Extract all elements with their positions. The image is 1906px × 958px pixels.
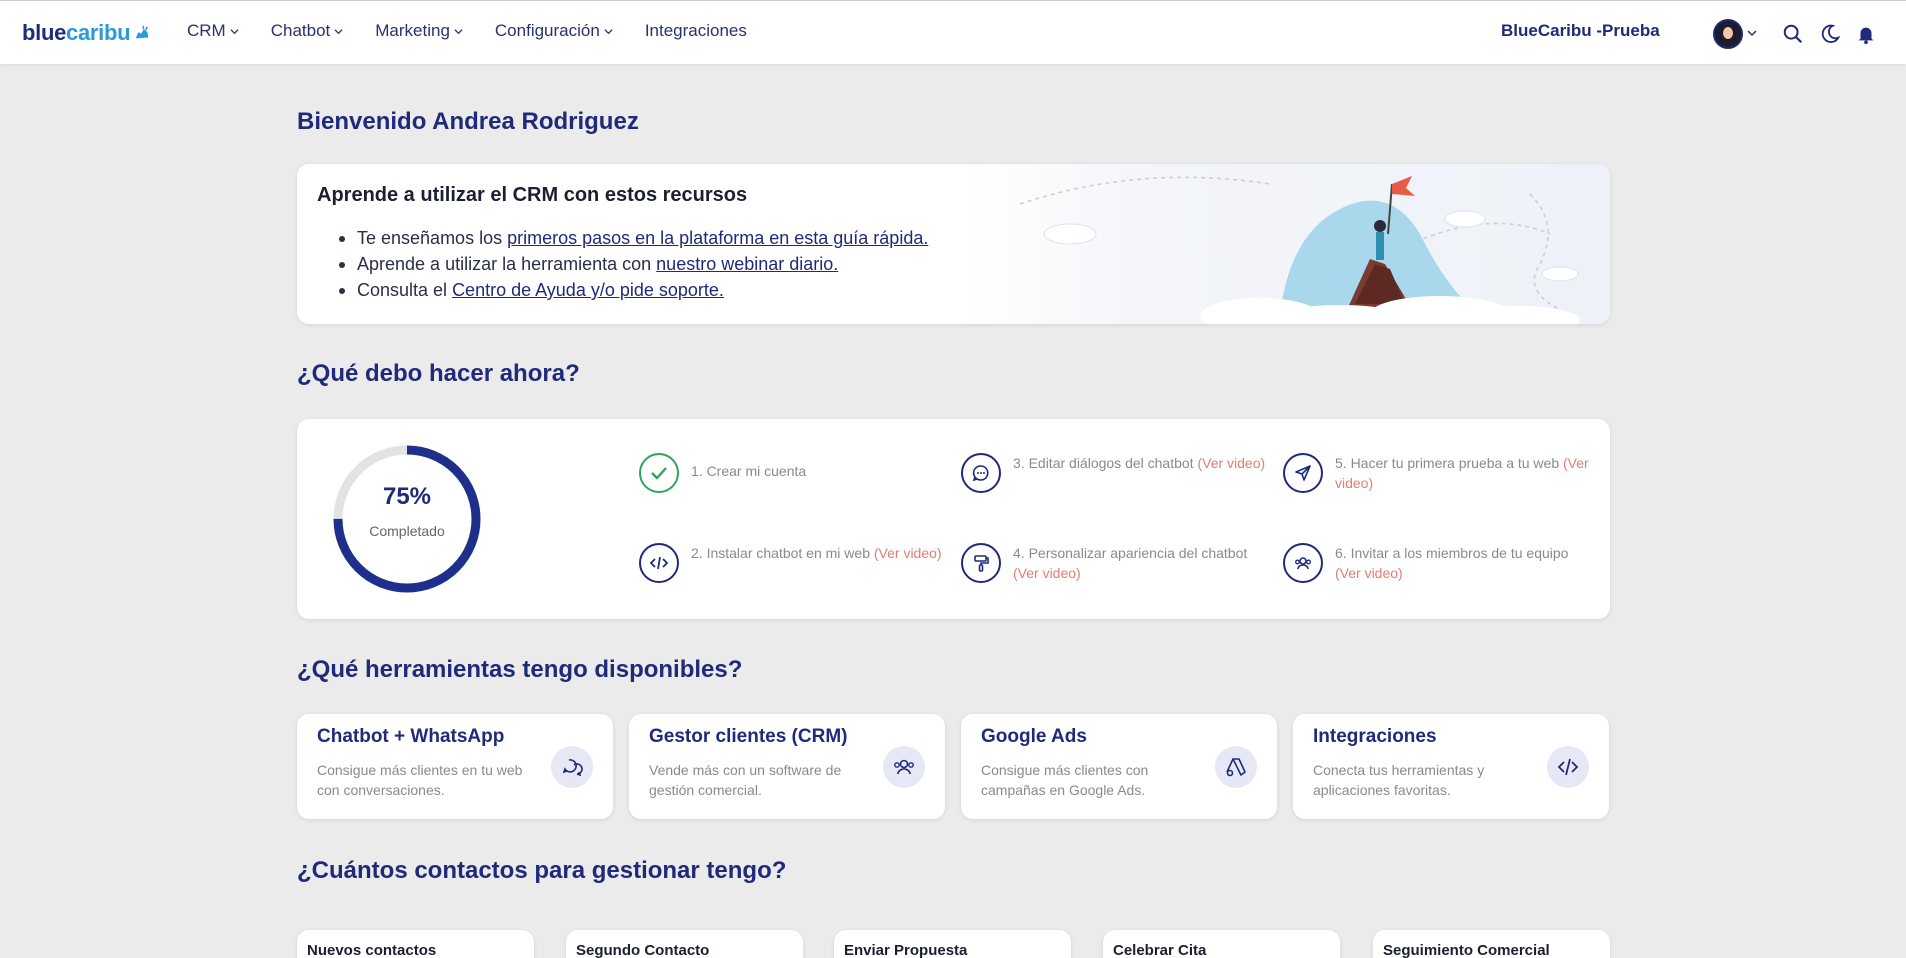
account-name[interactable]: BlueCaribu -Prueba xyxy=(1501,21,1660,41)
pipeline-stage-card[interactable]: Celebrar Cita xyxy=(1103,930,1340,958)
notifications-bell-icon[interactable] xyxy=(1855,23,1877,45)
nav-configuracion-label: Configuración xyxy=(494,21,600,40)
tool-title: Google Ads xyxy=(981,726,1087,747)
tool-description: Consigue más clientes con campañas en Go… xyxy=(981,762,1149,798)
resource-item: Te enseñamos los primeros pasos en la pl… xyxy=(337,225,928,251)
chat-icon xyxy=(551,746,593,788)
steps-card: 75% Completado 1. Crear mi cuenta 2. Ins… xyxy=(297,419,1610,619)
code-icon xyxy=(639,543,679,583)
pipeline-stage-card[interactable]: Segundo Contacto xyxy=(566,930,803,958)
main-nav: CRM Chatbot Marketing Configuración Inte… xyxy=(187,21,779,41)
quick-guide-link[interactable]: primeros pasos en la plataforma en esta … xyxy=(507,228,928,248)
check-icon xyxy=(639,453,679,493)
resource-text: Aprende a utilizar la herramienta con xyxy=(357,254,657,274)
step-first-test[interactable]: 5. Hacer tu primera prueba a tu web (Ver… xyxy=(1283,453,1597,493)
tool-description: Vende más con un software de gestión com… xyxy=(649,762,842,798)
chevron-down-icon xyxy=(334,28,343,34)
tool-card-google-ads[interactable]: Google Ads Consigue más clientes con cam… xyxy=(961,714,1277,819)
tools-section-title: ¿Qué herramientas tengo disponibles? xyxy=(297,656,743,683)
tool-card-crm[interactable]: Gestor clientes (CRM) Vende más con un s… xyxy=(629,714,945,819)
resource-text: Te enseñamos los xyxy=(357,228,508,248)
stage-title: Enviar Propuesta xyxy=(844,942,968,958)
nav-chatbot[interactable]: Chatbot xyxy=(271,21,344,41)
chevron-down-icon xyxy=(604,28,613,34)
see-video-link[interactable]: (Ver video) xyxy=(874,545,942,561)
pipeline-stage-card[interactable]: Seguimiento Comercial xyxy=(1373,930,1610,958)
resource-item: Aprende a utilizar la herramienta con nu… xyxy=(337,251,928,277)
nav-crm-label: CRM xyxy=(187,21,226,40)
nav-configuracion[interactable]: Configuración xyxy=(495,21,613,41)
tool-title: Chatbot + WhatsApp xyxy=(317,726,505,747)
tool-title: Integraciones xyxy=(1313,726,1437,747)
team-icon xyxy=(1283,543,1323,583)
chevron-down-icon xyxy=(230,28,239,34)
progress-percentage: 75% xyxy=(382,483,432,510)
help-center-link[interactable]: Centro de Ayuda y/o pide soporte. xyxy=(452,280,724,300)
logo-text-blue: blue xyxy=(22,20,67,45)
code-icon xyxy=(1547,746,1589,788)
tool-card-chatbot-whatsapp[interactable]: Chatbot + WhatsApp Consigue más clientes… xyxy=(297,714,613,819)
stage-title: Segundo Contacto xyxy=(576,942,710,958)
mountain-flag-illustration xyxy=(960,164,1610,324)
send-icon xyxy=(1283,453,1323,493)
google-ads-icon xyxy=(1215,746,1257,788)
resources-card: Aprende a utilizar el CRM con estos recu… xyxy=(297,164,1610,324)
stage-title: Nuevos contactos xyxy=(307,942,437,958)
users-icon xyxy=(883,746,925,788)
resources-title: Aprende a utilizar el CRM con estos recu… xyxy=(317,184,748,206)
stage-title: Celebrar Cita xyxy=(1113,942,1207,958)
welcome-title: Bienvenido Andrea Rodriguez xyxy=(297,108,639,135)
tool-card-integraciones[interactable]: Integraciones Conecta tus herramientas y… xyxy=(1293,714,1609,819)
step-text: 5. Hacer tu primera prueba a tu web xyxy=(1335,455,1564,471)
tool-description: Consigue más clientes en tu web con conv… xyxy=(317,762,523,798)
nav-crm[interactable]: CRM xyxy=(187,21,239,41)
logo-text-caribu: caribu xyxy=(66,20,131,45)
see-video-link[interactable]: (Ver video) xyxy=(1335,565,1403,581)
step-text: 6. Invitar a los miembros de tu equipo xyxy=(1335,545,1569,561)
chevron-down-icon xyxy=(454,28,463,34)
step-text: 3. Editar diálogos del chatbot xyxy=(1013,455,1198,471)
tool-title: Gestor clientes (CRM) xyxy=(649,726,848,747)
step-text: 4. Personalizar apariencia del chatbot xyxy=(1013,545,1248,561)
step-create-account[interactable]: 1. Crear mi cuenta xyxy=(639,453,953,493)
chevron-down-icon[interactable] xyxy=(1747,28,1757,38)
top-navbar: blue caribu CRM Chatbot Marketing Configu… xyxy=(0,0,1906,64)
dark-mode-moon-icon[interactable] xyxy=(1819,23,1841,45)
progress-label: Completado xyxy=(369,523,445,539)
step-invite-team[interactable]: 6. Invitar a los miembros de tu equipo (… xyxy=(1283,543,1597,583)
nav-marketing[interactable]: Marketing xyxy=(375,21,463,41)
nav-chatbot-label: Chatbot xyxy=(270,21,331,40)
user-avatar[interactable] xyxy=(1713,19,1743,49)
search-icon[interactable] xyxy=(1782,23,1804,45)
steps-section-title: ¿Qué debo hacer ahora? xyxy=(297,360,580,387)
tool-description: Conecta tus herramientas y aplicaciones … xyxy=(1313,762,1485,798)
nav-integraciones[interactable]: Integraciones xyxy=(645,21,747,41)
step-install-chatbot[interactable]: 2. Instalar chatbot en mi web (Ver video… xyxy=(639,543,953,583)
chat-bubble-icon xyxy=(961,453,1001,493)
paint-roller-icon xyxy=(961,543,1001,583)
nav-marketing-label: Marketing xyxy=(375,21,450,40)
pipeline-stage-card[interactable]: Enviar Propuesta xyxy=(834,930,1071,958)
resource-item: Consulta el Centro de Ayuda y/o pide sop… xyxy=(337,277,928,303)
resources-list: Te enseñamos los primeros pasos en la pl… xyxy=(337,225,928,303)
see-video-link[interactable]: (Ver video) xyxy=(1197,455,1265,471)
progress-ring xyxy=(333,445,481,593)
step-edit-dialogs[interactable]: 3. Editar diálogos del chatbot (Ver vide… xyxy=(961,453,1275,493)
step-text: 2. Instalar chatbot en mi web xyxy=(691,545,874,561)
step-text: 1. Crear mi cuenta xyxy=(691,463,807,479)
step-customize-appearance[interactable]: 4. Personalizar apariencia del chatbot (… xyxy=(961,543,1275,583)
resource-text: Consulta el xyxy=(357,280,453,300)
bluecaribu-logo[interactable]: blue caribu xyxy=(22,20,151,46)
contacts-section-title: ¿Cuántos contactos para gestionar tengo? xyxy=(297,857,787,884)
pipeline-stage-card[interactable]: Nuevos contactos xyxy=(297,930,534,958)
caribou-logo-icon xyxy=(135,25,149,39)
stage-title: Seguimiento Comercial xyxy=(1383,942,1550,958)
webinar-link[interactable]: nuestro webinar diario. xyxy=(656,254,838,274)
nav-integraciones-label: Integraciones xyxy=(644,21,747,40)
see-video-link[interactable]: (Ver video) xyxy=(1013,565,1081,581)
